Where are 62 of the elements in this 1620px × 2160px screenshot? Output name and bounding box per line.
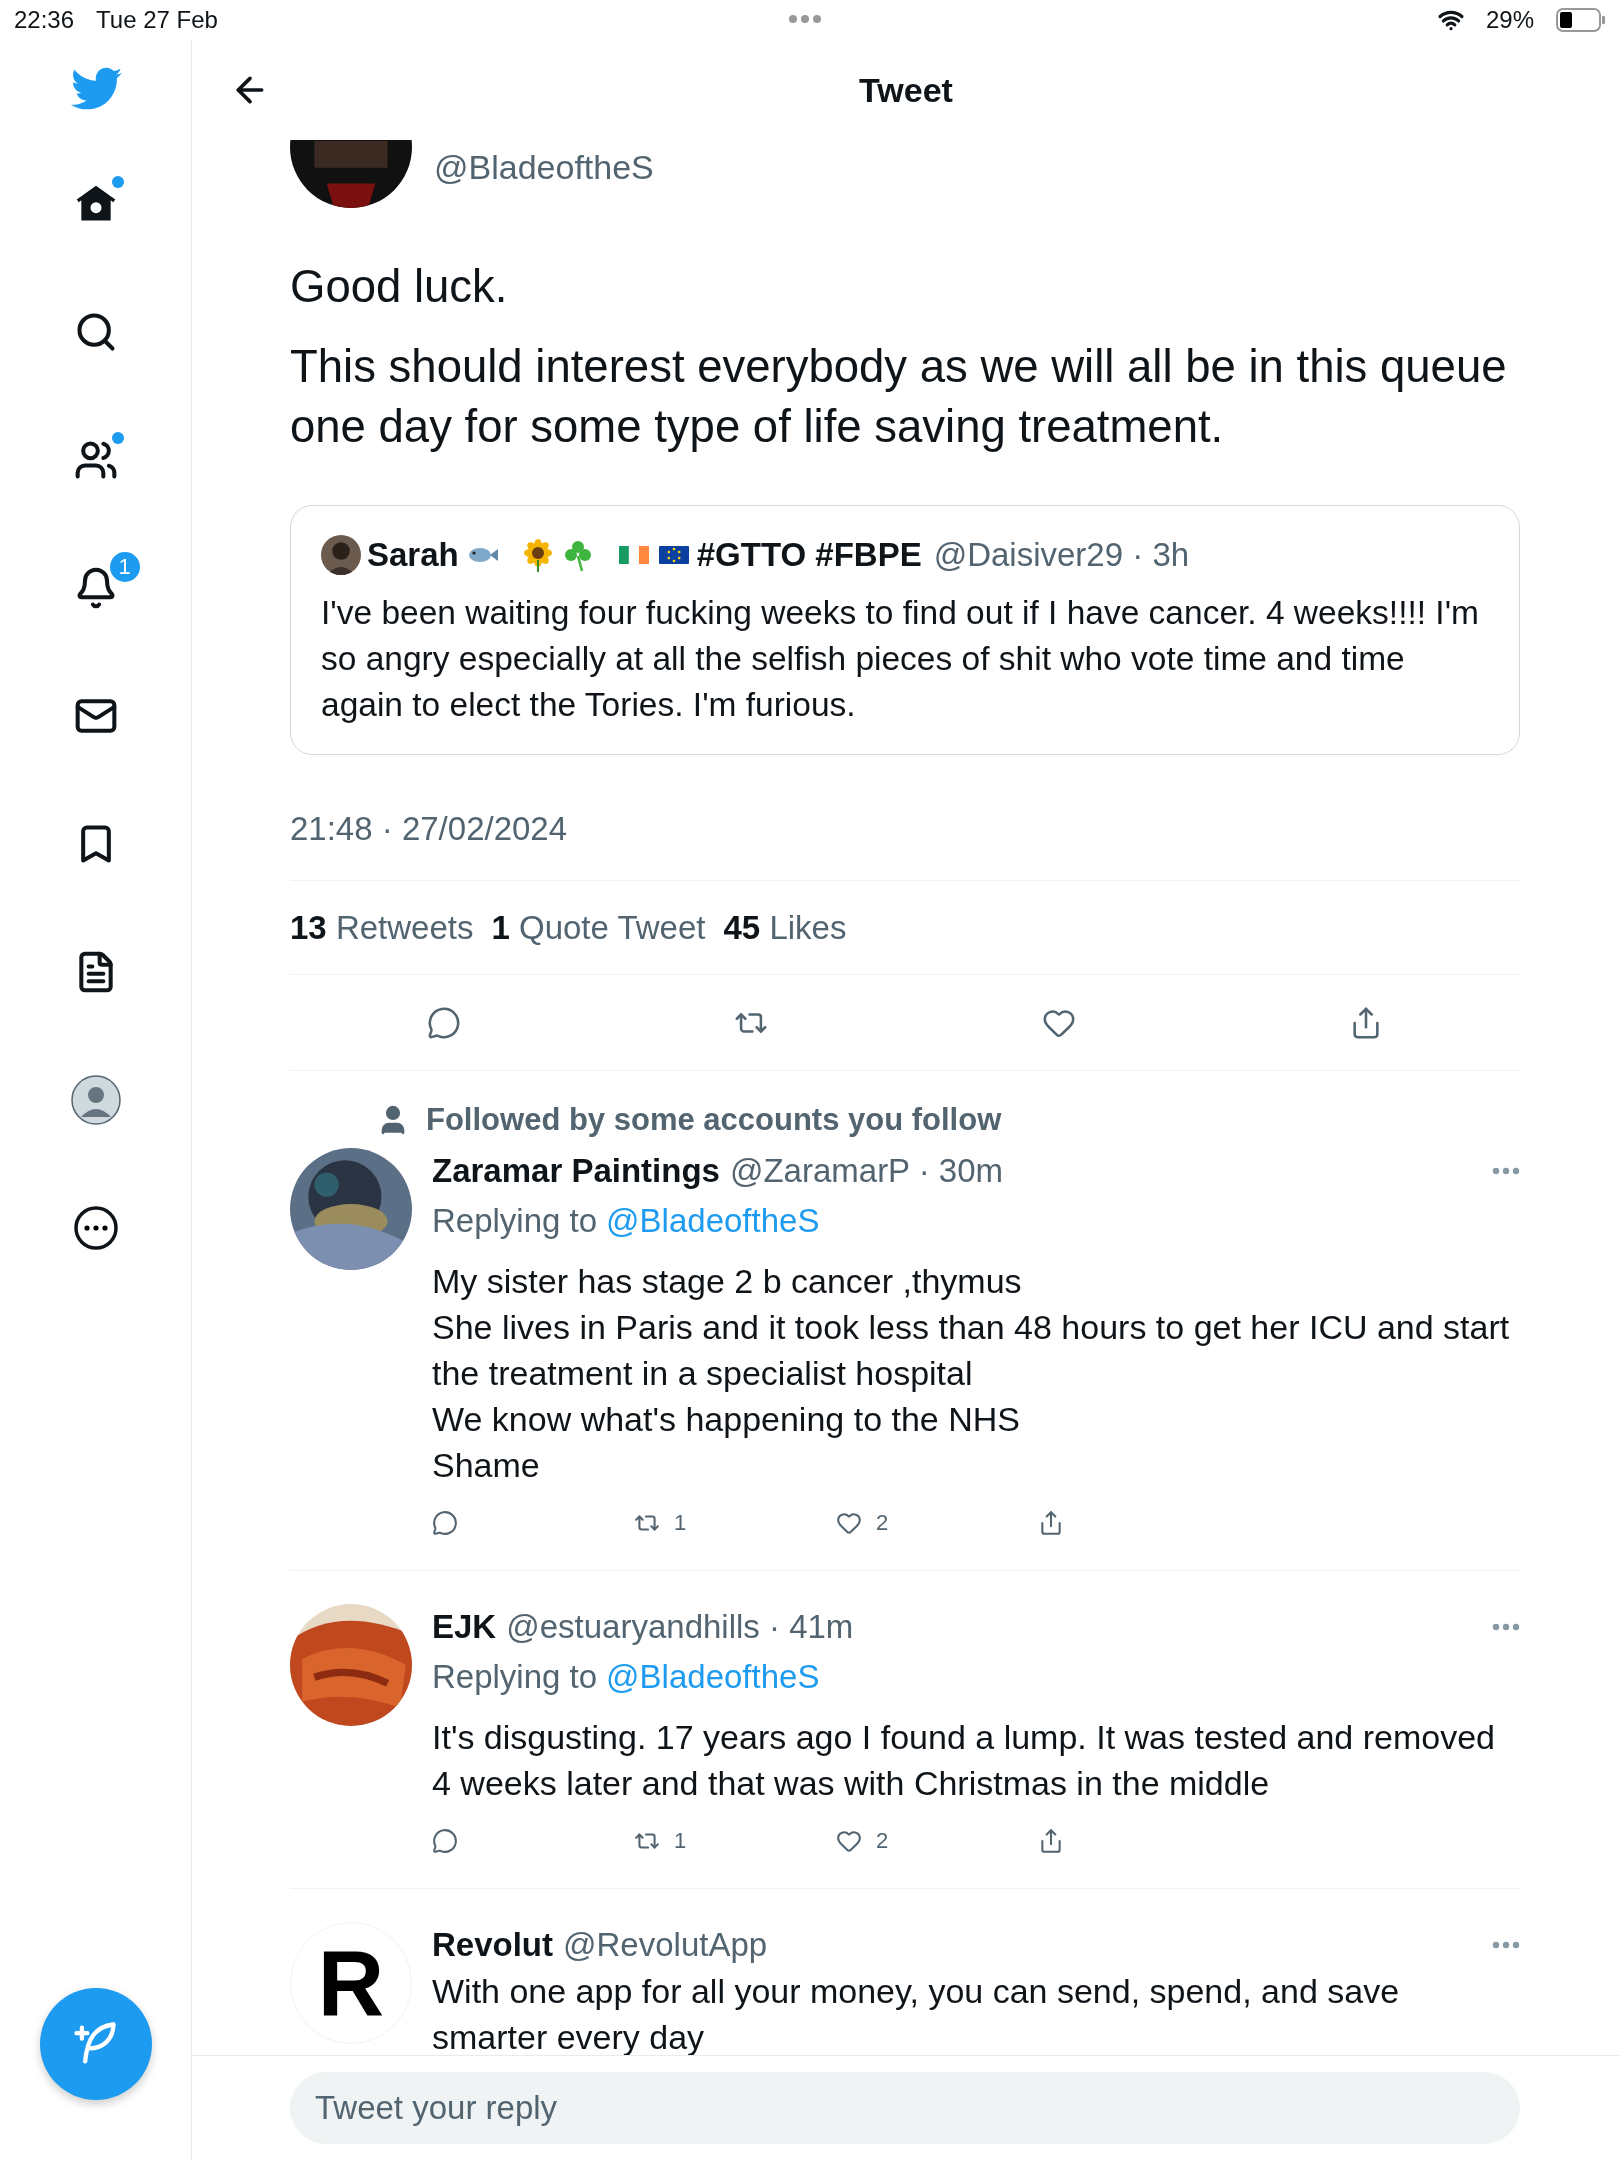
battery-icon xyxy=(1556,8,1606,32)
reply-handle-time: @estuaryandhills · 41m xyxy=(506,1608,854,1646)
status-time: 22:36 xyxy=(14,6,75,34)
reply-button[interactable] xyxy=(426,1005,461,1040)
page-title: Tweet xyxy=(859,70,953,110)
reply-handle-time: @RevolutApp xyxy=(563,1926,768,1964)
speech-bubble-icon xyxy=(432,1510,458,1536)
share-icon xyxy=(1038,1828,1064,1854)
heart-icon xyxy=(836,1828,862,1854)
social-context: Followed by some accounts you follow xyxy=(426,1102,1002,1138)
retweet-button[interactable]: 1 xyxy=(634,1510,687,1536)
reply-input-field[interactable]: Tweet your reply xyxy=(290,2072,1520,2144)
status-date: Tue 27 Feb xyxy=(96,6,218,34)
reply-text: We know what's happening to the NHS xyxy=(432,1399,1021,1440)
engagement-stat-link[interactable]: 13 Retweets xyxy=(290,908,474,947)
retweet-button[interactable]: 1 xyxy=(634,1828,687,1854)
speech-bubble-icon xyxy=(432,1828,458,1854)
profile-avatar-icon[interactable] xyxy=(70,1075,121,1125)
share-icon xyxy=(1038,1510,1064,1536)
retweet-count: 1 xyxy=(674,1510,687,1536)
replying-to-label: Replying to xyxy=(432,1658,598,1696)
retweet-count: 1 xyxy=(674,1828,687,1854)
reply-handle-time: @ZaramarP · 30m xyxy=(729,1152,1004,1190)
multitask-dots-icon xyxy=(788,14,822,24)
like-button[interactable]: 2 xyxy=(836,1828,889,1854)
reply-author-name: Revolut xyxy=(432,1926,553,1964)
notification-badge: 1 xyxy=(107,550,142,584)
quoted-hashtags: #GTTO #FBPE xyxy=(696,536,922,574)
like-button[interactable]: 2 xyxy=(836,1510,889,1536)
replying-to-label: Replying to xyxy=(432,1202,598,1240)
reply-text: My sister has stage 2 b cancer ,thymus xyxy=(432,1261,1023,1302)
reply-text: Shame xyxy=(432,1445,541,1486)
more-icon xyxy=(1492,1941,1520,1949)
reply-text: She lives in Paris and it took less than 48 hours to get her ICU and start the treatment in a specialist hospital xyxy=(432,1307,1511,1394)
more-options-button[interactable] xyxy=(1492,1941,1520,1949)
heart-icon xyxy=(836,1510,862,1536)
tweet-text: Good luck. xyxy=(290,260,509,314)
more-options-button[interactable] xyxy=(1492,1167,1520,1175)
share-button[interactable] xyxy=(1038,1510,1064,1536)
engagement-stat-link[interactable]: 1 Quote Tweet xyxy=(491,908,706,947)
more-icon xyxy=(1492,1167,1520,1175)
tweet-text: This should interest everybody as we will all be in this queue one day for some type of life saving treatment. xyxy=(290,340,1508,454)
battery-percent: 29% xyxy=(1485,6,1534,34)
reply-text: It's disgusting. 17 years ago I found a lump. It was tested and removed 4 weeks later and that was with Christmas in the middle xyxy=(432,1717,1496,1804)
engagement-stat-link[interactable]: 45 Likes xyxy=(723,908,847,947)
reply-button[interactable] xyxy=(432,1510,458,1536)
quoted-handle-time: @Daisiver29 · 3h xyxy=(933,536,1190,574)
reply-button[interactable] xyxy=(432,1828,458,1854)
tweet-timestamp: 21:48 · 27/02/2024 xyxy=(290,810,568,847)
quoted-tweet-text: I've been waiting four fucking weeks to find out if I have cancer. 4 weeks!!!! I'm so angry especially at all the selfish pieces of shit who vote time and time again to elect the Tories. I'm furious. xyxy=(321,593,1480,725)
share-button[interactable] xyxy=(1038,1828,1064,1854)
reply-author-name: Zaramar Paintings xyxy=(432,1152,720,1190)
quoted-tweet-card[interactable] xyxy=(290,505,1520,755)
like-count: 2 xyxy=(876,1510,889,1536)
author-handle: @BladeoftheS xyxy=(434,148,654,187)
more-icon xyxy=(1492,1623,1520,1631)
more-options-button[interactable] xyxy=(1492,1623,1520,1631)
like-count: 2 xyxy=(876,1828,889,1854)
compose-tweet-button[interactable] xyxy=(39,1988,152,2100)
more-icon[interactable] xyxy=(72,1205,119,1251)
reply-author-name: EJK xyxy=(432,1608,497,1646)
quoted-author-name: Sarah xyxy=(367,536,459,574)
